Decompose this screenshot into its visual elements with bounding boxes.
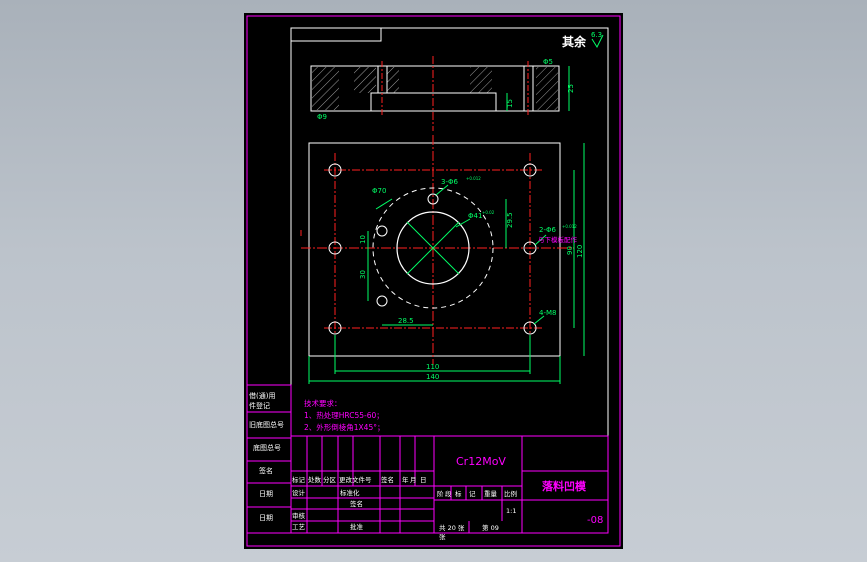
left-col-label-5: 签名 <box>259 466 273 475</box>
section-dim-phi5: Φ5 <box>543 58 553 66</box>
leader-phi70 <box>375 198 393 210</box>
section-dim-phi9: Φ9 <box>317 113 327 121</box>
top-left-tag-box <box>290 27 382 42</box>
stage-header-6: 比例 <box>504 489 517 498</box>
cad-viewport[interactable]: 其余 6.3 Φ5 25 15 Φ9 3-Φ6 +0.012 Φ70 Φ41 +… <box>244 13 623 549</box>
left-col-label-6: 日期 <box>259 490 273 498</box>
rev-header-2: 处数 <box>308 475 322 484</box>
surface-roughness-value: 6.3 <box>591 31 602 39</box>
sheet-number: 第 09 <box>482 523 499 532</box>
section-dim-15-text: 15 <box>506 99 514 108</box>
section-hatch-right <box>536 67 558 110</box>
section-view: Φ5 25 15 Φ9 <box>310 56 575 131</box>
dim-3-phi6-tol: +0.012 <box>466 176 481 181</box>
rev-header-5: 签名 <box>381 475 394 484</box>
dim-110: 110 <box>426 363 439 371</box>
section-outline <box>310 65 560 112</box>
stage-header-1: 阶 <box>437 489 444 498</box>
stage-header-3: 标 <box>455 489 462 498</box>
guide-hole-bottom <box>376 295 388 307</box>
stage-header-4: 记 <box>469 490 476 498</box>
std-label: 标准化 <box>340 488 360 497</box>
scale-value: 1:1 <box>506 507 516 515</box>
dim-2-phi6: 2-Φ6 <box>539 226 556 234</box>
sheets-total: 共 20 张 <box>439 523 465 532</box>
sign-label: 签名 <box>350 499 363 508</box>
material-text: Cr12MoV <box>456 455 506 468</box>
dim-30: 30 <box>359 270 367 279</box>
dim-2-phi6-tol: +0.012 <box>562 224 577 229</box>
sheet-unit: 张 <box>439 532 446 541</box>
rev-header-3: 分区 <box>323 475 337 484</box>
left-col-label-7: 日期 <box>259 514 273 522</box>
drawing-number-text: -08 <box>587 515 603 526</box>
leader-4-m8 <box>533 315 545 325</box>
approve-label: 批准 <box>350 522 364 531</box>
tech-req-item-1: 1、热处理HRC55-60； <box>304 410 384 420</box>
section-hatch-left <box>312 67 339 110</box>
dim-3-phi6: 3-Φ6 <box>441 178 458 186</box>
tech-req-title: 技术要求： <box>304 398 342 408</box>
dim-phi70: Φ70 <box>372 187 386 195</box>
dim-90: 90 <box>566 246 574 255</box>
dim-4-m8: 4-M8 <box>539 309 556 317</box>
section-hatch-mid-left2 <box>387 67 399 93</box>
section-hatch-mid-right <box>470 67 492 93</box>
dim-140: 140 <box>426 373 439 381</box>
dim-28-5: 28.5 <box>398 317 414 325</box>
rev-header-6: 年 <box>402 475 409 484</box>
surface-note-label: 其余 <box>562 34 587 49</box>
left-col-label-1: 借(通)用 <box>249 391 275 400</box>
role-process: 工艺 <box>292 523 306 531</box>
stage-header-5: 重量 <box>484 490 498 498</box>
left-col-label-2: 件登记 <box>249 401 270 410</box>
dim-phi41-tol: +0.02 <box>482 210 495 215</box>
rev-header-8: 日 <box>420 476 427 484</box>
plan-view: 3-Φ6 +0.012 Φ70 Φ41 +0.02 29.5 10 30 28.… <box>300 135 585 384</box>
guide-hole-left <box>376 225 388 237</box>
dim-pins-note: 与下模板配作 <box>538 235 578 244</box>
section-hatch-mid-left <box>354 67 376 93</box>
dim-10: 10 <box>359 235 367 244</box>
leader-3-phi6 <box>435 184 449 196</box>
tech-req-item-2: 2、外形倒棱角1X45°； <box>304 422 384 432</box>
left-col-label-4: 底图总号 <box>253 443 281 452</box>
section-dim-25-text: 25 <box>567 84 575 93</box>
role-review: 审核 <box>292 511 306 520</box>
dim-phi41: Φ41 <box>468 212 482 220</box>
stage-header-2: 段 <box>445 489 452 498</box>
role-design: 设计 <box>292 488 306 497</box>
rev-header-4: 更改文件号 <box>339 475 372 484</box>
dim-29-5: 29.5 <box>506 212 514 228</box>
drawing-canvas: 其余 6.3 Φ5 25 15 Φ9 3-Φ6 +0.012 Φ70 Φ41 +… <box>246 15 621 547</box>
dim-120: 120 <box>576 245 584 258</box>
left-col-label-3: 旧底图总号 <box>249 420 284 429</box>
rev-header-1: 标记 <box>292 475 306 484</box>
rev-header-7: 月 <box>410 476 417 484</box>
part-name-text: 落料凹模 <box>542 479 587 493</box>
